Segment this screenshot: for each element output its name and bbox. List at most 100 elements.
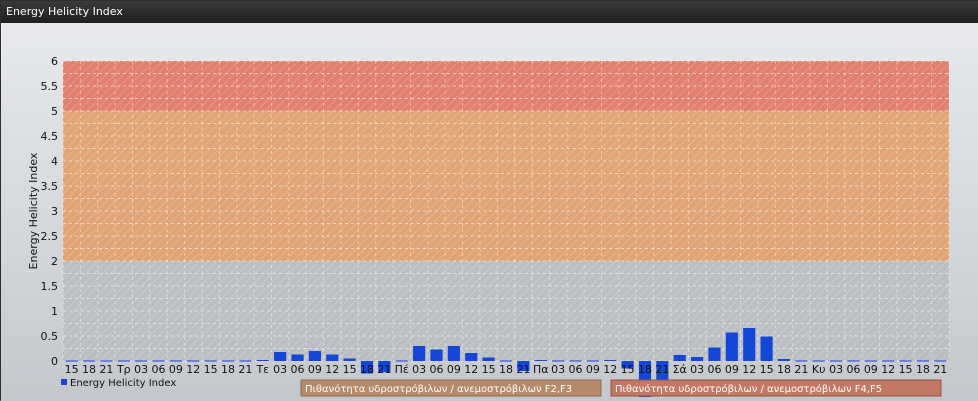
x-tick-label: 15	[621, 363, 635, 376]
bar-31[interactable]	[604, 360, 617, 361]
x-tick-label: 18	[360, 363, 374, 376]
y-tick-label: 3	[51, 205, 58, 218]
bar-4[interactable]	[135, 360, 148, 362]
bar-27[interactable]	[534, 360, 547, 361]
bar-50[interactable]	[934, 360, 947, 362]
y-tick-label: 0.5	[41, 330, 59, 343]
bar-13[interactable]	[291, 354, 304, 362]
bar-10[interactable]	[239, 360, 252, 362]
x-tick-label: 03	[551, 363, 565, 376]
bar-20[interactable]	[413, 346, 426, 361]
bar-39[interactable]	[743, 328, 756, 361]
bar-7[interactable]	[187, 360, 200, 362]
bar-8[interactable]	[204, 360, 217, 362]
bar-23[interactable]	[465, 353, 478, 361]
bar-46[interactable]	[864, 360, 877, 362]
bar-38[interactable]	[725, 332, 738, 362]
x-tick-label: 18	[82, 363, 96, 376]
x-tick-label: 06	[430, 363, 444, 376]
y-tick-label: 5	[51, 105, 58, 118]
chart-window: Energy Helicity Index 0 0.5 1 1.5 2 2.5 3 3.5 4 4…	[0, 0, 978, 401]
bar-35[interactable]	[673, 355, 686, 361]
bar-44[interactable]	[829, 360, 843, 362]
y-tick-label: 5.5	[41, 80, 59, 93]
x-tick-label: 03	[829, 363, 843, 376]
bar-21[interactable]	[430, 349, 443, 362]
bar-40[interactable]	[760, 336, 773, 362]
bar-9[interactable]	[221, 360, 235, 362]
x-tick-label: 15	[343, 363, 357, 376]
bar-15[interactable]	[326, 354, 339, 362]
x-tick-label: 09	[586, 363, 600, 376]
bar-48[interactable]	[899, 360, 912, 362]
x-tick-label: Τρ	[116, 363, 131, 376]
x-tick-label: 06	[152, 363, 166, 376]
x-tick-label: Σά	[673, 363, 687, 376]
bar-5[interactable]	[152, 360, 165, 362]
x-tick-label: 15	[482, 363, 496, 376]
x-tick-label: 15	[204, 363, 218, 376]
bar-11[interactable]	[256, 360, 269, 361]
bar-45[interactable]	[847, 360, 860, 362]
x-tick-label: 09	[447, 363, 461, 376]
bar-2[interactable]	[100, 360, 113, 362]
x-tick-label: Πα	[533, 363, 549, 376]
bar-47[interactable]	[882, 360, 895, 362]
bar-28[interactable]	[552, 360, 565, 362]
bar-12[interactable]	[274, 352, 287, 361]
x-tick-label: 03	[134, 363, 148, 376]
x-tick-label: 21	[655, 363, 669, 376]
x-tick-label: 09	[308, 363, 322, 376]
x-tick-label: 21	[99, 363, 113, 376]
x-tick-label: 09	[169, 363, 183, 376]
bar-1[interactable]	[82, 360, 96, 362]
x-tick-label: 12	[603, 363, 617, 376]
bar-25[interactable]	[499, 360, 513, 362]
x-tick-label: 12	[742, 363, 756, 376]
x-tick-label: 09	[864, 363, 878, 376]
bar-41[interactable]	[777, 359, 791, 361]
bar-49[interactable]	[916, 360, 930, 362]
x-tick-label: 06	[291, 363, 305, 376]
x-tick-label: 12	[464, 363, 478, 376]
x-tick-label: 03	[690, 363, 704, 376]
y-tick-label: 1	[51, 305, 58, 318]
x-tick-label: 09	[725, 363, 739, 376]
bar-0[interactable]	[65, 360, 78, 362]
legend-marker-ehi	[61, 379, 67, 385]
x-tick-label: 03	[412, 363, 426, 376]
x-tick-label: 21	[794, 363, 808, 376]
ehi-bar-chart: 0 0.5 1 1.5 2 2.5 3 3.5 4 4.5 5 5.5 6 Energy Helicity…	[27, 55, 950, 397]
bar-22[interactable]	[447, 346, 460, 361]
x-tick-label: 15	[760, 363, 774, 376]
y-tick-label: 6	[51, 55, 58, 68]
bar-29[interactable]	[569, 360, 582, 362]
x-tick-label: 21	[238, 363, 252, 376]
bar-19[interactable]	[395, 360, 408, 362]
x-tick-label: 12	[186, 363, 200, 376]
bar-14[interactable]	[308, 351, 321, 361]
bar-37[interactable]	[708, 347, 721, 362]
y-axis-label: Energy Helicity Index	[27, 152, 40, 269]
y-tick-label: 4	[51, 155, 58, 168]
bar-16[interactable]	[343, 358, 356, 362]
bar-42[interactable]	[795, 360, 808, 362]
x-tick-label: 18	[638, 363, 652, 376]
x-tick-label: 03	[273, 363, 287, 376]
bar-6[interactable]	[169, 360, 183, 362]
x-tick-label: 18	[221, 363, 235, 376]
legend-label-ehi: Energy Helicity Index	[70, 378, 176, 389]
bar-36[interactable]	[691, 357, 704, 361]
y-tick-label: 2	[51, 255, 58, 268]
bar-24[interactable]	[482, 357, 495, 362]
y-tick-label: 4.5	[41, 130, 59, 143]
y-tick-label: 2.5	[41, 230, 59, 243]
bar-43[interactable]	[812, 360, 825, 362]
x-tick-label: Τε	[255, 363, 269, 376]
x-tick-label: 21	[516, 363, 530, 376]
x-tick-label: 15	[65, 363, 79, 376]
x-tick-label: 06	[707, 363, 721, 376]
bar-3[interactable]	[117, 360, 130, 362]
bar-30[interactable]	[586, 360, 599, 362]
legend-label-f2f3: Πιθανότητα υδροστρόβιλων / ανεμοστρόβιλω…	[305, 383, 572, 395]
